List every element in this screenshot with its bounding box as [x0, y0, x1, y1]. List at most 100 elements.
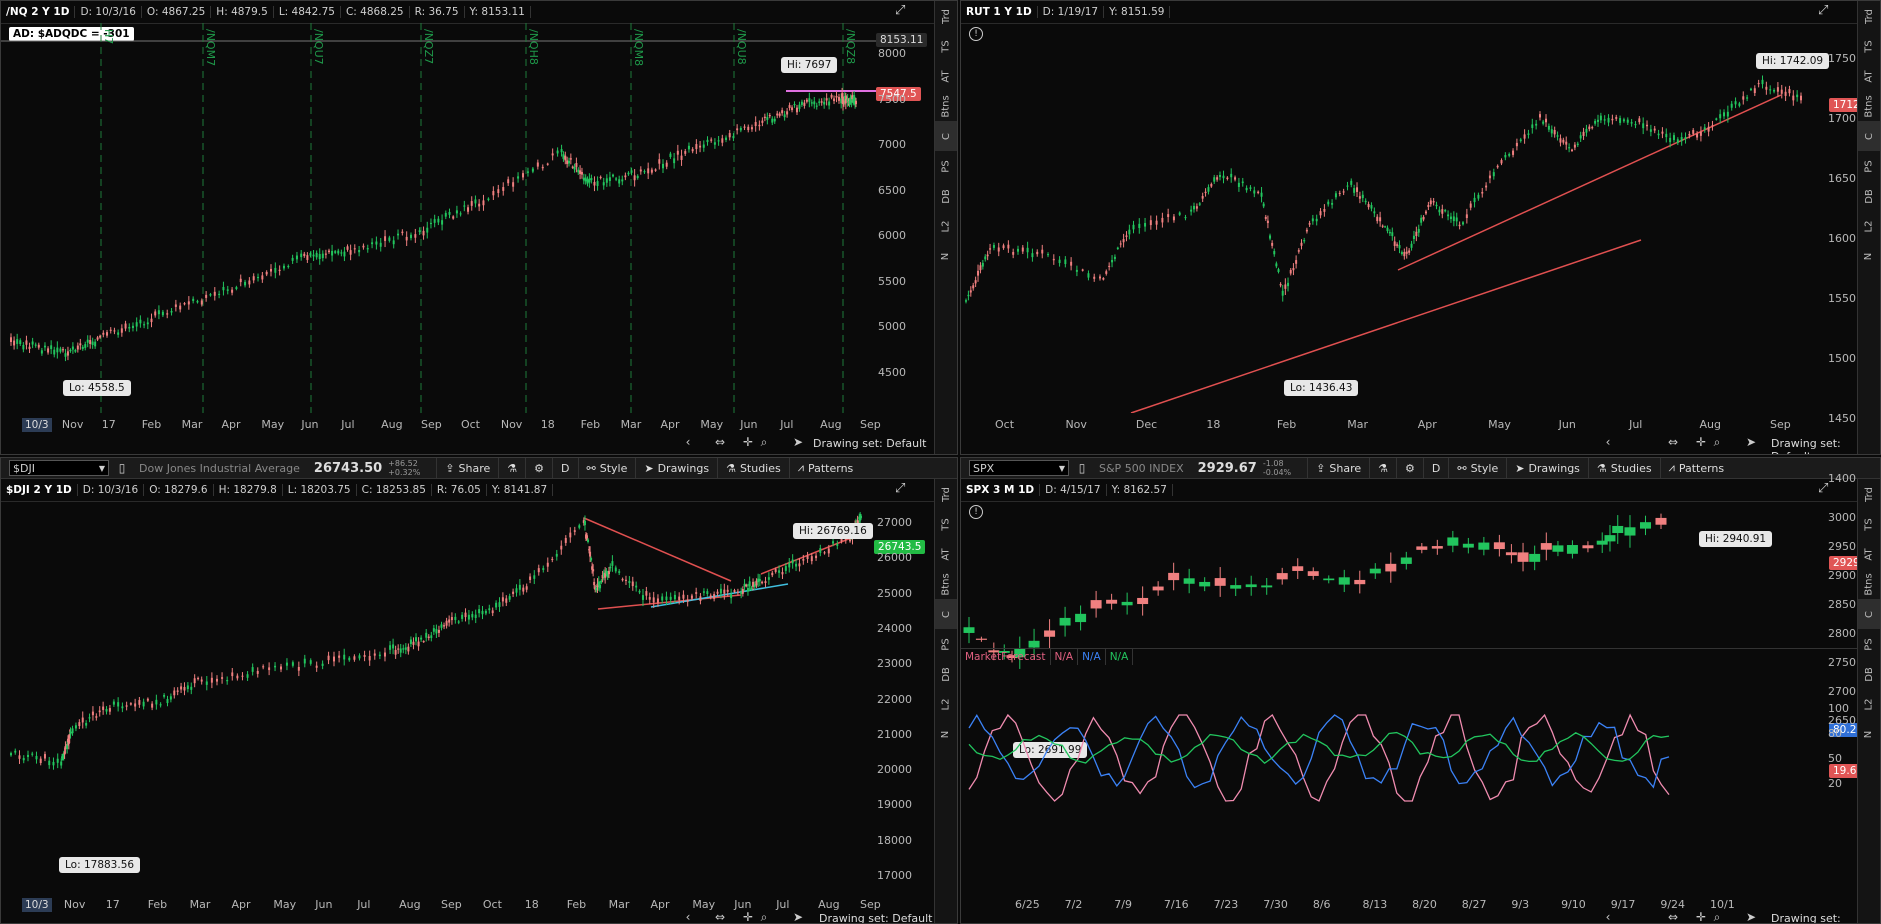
- settings-button[interactable]: ⚙: [525, 458, 552, 478]
- side-tab-ps[interactable]: PS: [935, 151, 957, 181]
- side-tab-trd[interactable]: Trd: [1858, 1, 1880, 31]
- side-tab-db[interactable]: DB: [1858, 659, 1880, 689]
- share-button[interactable]: ⇪ Share: [1307, 458, 1369, 478]
- side-tab-at[interactable]: AT: [1858, 61, 1880, 91]
- side-tab-l2[interactable]: L2: [1858, 211, 1880, 241]
- link-icon[interactable]: ▯: [1075, 461, 1089, 475]
- zoom-icon[interactable]: ⌕: [1710, 435, 1724, 450]
- side-tab-ts[interactable]: TS: [1858, 509, 1880, 539]
- settings-button[interactable]: ⚙: [1396, 458, 1423, 478]
- cursor-icon[interactable]: ➤: [1744, 435, 1758, 449]
- style-button[interactable]: ⚯ Style: [1448, 458, 1506, 478]
- crosshair-icon[interactable]: ✛: [741, 435, 755, 449]
- side-tab-db[interactable]: DB: [935, 659, 957, 689]
- zoom-icon[interactable]: ⌕: [757, 435, 771, 450]
- cursor-icon[interactable]: ➤: [1744, 910, 1758, 923]
- side-tab-l2[interactable]: L2: [935, 211, 957, 241]
- side-tab-l2[interactable]: L2: [1858, 689, 1880, 719]
- drawings-button[interactable]: ➤ Drawings: [635, 458, 717, 478]
- aggregation-button[interactable]: D: [552, 458, 577, 478]
- aggregation-button[interactable]: D: [1422, 458, 1448, 478]
- price-chart[interactable]: [1, 501, 871, 901]
- chart-title[interactable]: $DJI 2 Y 1D: [1, 484, 78, 496]
- side-tab-c[interactable]: C: [935, 121, 957, 151]
- side-tab-db[interactable]: DB: [1858, 181, 1880, 211]
- study-name[interactable]: MarketForecast: [961, 649, 1051, 665]
- flask-button[interactable]: ⚗: [1369, 458, 1396, 478]
- patterns-button[interactable]: ⩘ Patterns: [788, 458, 862, 478]
- expand-icon[interactable]: ⤢: [1818, 481, 1828, 496]
- side-tab-ts[interactable]: TS: [935, 31, 957, 61]
- crosshair-icon[interactable]: ✛: [1694, 435, 1708, 449]
- chart-title[interactable]: RUT 1 Y 1D: [961, 6, 1038, 18]
- side-tab-btns[interactable]: Btns: [1858, 91, 1880, 121]
- zoom-icon[interactable]: ⌕: [757, 910, 771, 923]
- side-tab-at[interactable]: AT: [935, 61, 957, 91]
- candle-body: [580, 172, 583, 175]
- symbol-selector[interactable]: $DJI ▼: [9, 460, 109, 476]
- side-tab-db[interactable]: DB: [935, 181, 957, 211]
- expand-icon[interactable]: ⤢: [895, 481, 905, 496]
- side-tab-ps[interactable]: PS: [1858, 629, 1880, 659]
- scroll-left-icon[interactable]: ‹: [681, 910, 695, 923]
- symbol-input[interactable]: SPX: [973, 462, 994, 475]
- side-tab-n[interactable]: N: [1858, 241, 1880, 271]
- candle-body: [257, 276, 260, 279]
- drawing-set-label[interactable]: Drawing set: Default: [819, 912, 932, 923]
- side-tab-at[interactable]: AT: [1858, 539, 1880, 569]
- side-tab-n[interactable]: N: [935, 241, 957, 271]
- side-tab-btns[interactable]: Btns: [935, 569, 957, 599]
- scroll-left-icon[interactable]: ‹: [1601, 910, 1615, 923]
- patterns-button[interactable]: ⩘ Patterns: [1659, 458, 1733, 478]
- symbol-selector[interactable]: SPX ▼: [969, 460, 1069, 476]
- share-button[interactable]: ⇪ Share: [436, 458, 498, 478]
- side-tab-at[interactable]: AT: [935, 539, 957, 569]
- side-tab-trd[interactable]: Trd: [1858, 479, 1880, 509]
- side-tab-btns[interactable]: Btns: [935, 91, 957, 121]
- crosshair-icon[interactable]: ✛: [1694, 910, 1708, 923]
- studies-button[interactable]: ⚗ Studies: [1587, 458, 1660, 478]
- crosshair-icon[interactable]: ✛: [741, 910, 755, 923]
- side-tab-ts[interactable]: TS: [1858, 31, 1880, 61]
- cursor-icon[interactable]: ➤: [791, 435, 805, 449]
- expand-icon[interactable]: ⤢: [895, 3, 905, 18]
- chart-title[interactable]: /NQ 2 Y 1D: [1, 6, 76, 18]
- candle-body: [303, 253, 306, 256]
- side-tab-btns[interactable]: Btns: [1858, 569, 1880, 599]
- side-tab-n[interactable]: N: [1858, 719, 1880, 749]
- side-tab-ps[interactable]: PS: [1858, 151, 1880, 181]
- drawing-set-label[interactable]: Drawing set: Default: [813, 437, 926, 450]
- pan-icon[interactable]: ⇔: [713, 435, 727, 449]
- chart-title[interactable]: SPX 3 M 1D: [961, 484, 1041, 496]
- cursor-icon[interactable]: ➤: [791, 910, 805, 923]
- scroll-left-icon[interactable]: ‹: [1601, 435, 1615, 449]
- pan-icon[interactable]: ⇔: [1666, 910, 1680, 923]
- studies-button[interactable]: ⚗ Studies: [717, 458, 789, 478]
- side-tab-c[interactable]: C: [1858, 121, 1880, 151]
- pan-icon[interactable]: ⇔: [1666, 435, 1680, 449]
- side-tab-l2[interactable]: L2: [935, 689, 957, 719]
- price-chart[interactable]: [961, 23, 1831, 413]
- pan-icon[interactable]: ⇔: [713, 910, 727, 923]
- x-axis-tick: Dec: [1135, 418, 1158, 431]
- oscillator-chart[interactable]: [961, 713, 1831, 883]
- price-chart[interactable]: H7/NQM7/NQU7/NQZ7/NQH8/NQM8/NQU8/NQZ8: [1, 23, 911, 413]
- side-tab-trd[interactable]: Trd: [935, 479, 957, 509]
- side-tab-trd[interactable]: Trd: [935, 1, 957, 31]
- drawings-button[interactable]: ➤ Drawings: [1506, 458, 1588, 478]
- symbol-input[interactable]: $DJI: [13, 462, 35, 475]
- side-tab-ts[interactable]: TS: [935, 509, 957, 539]
- side-tab-c[interactable]: C: [935, 599, 957, 629]
- link-icon[interactable]: ▯: [115, 461, 129, 475]
- dropdown-icon[interactable]: ▼: [99, 464, 105, 473]
- style-button[interactable]: ⚯ Style: [577, 458, 636, 478]
- scroll-left-icon[interactable]: ‹: [681, 435, 695, 449]
- zoom-icon[interactable]: ⌕: [1710, 910, 1724, 923]
- side-tab-ps[interactable]: PS: [935, 629, 957, 659]
- flask-button[interactable]: ⚗: [498, 458, 525, 478]
- expand-icon[interactable]: ⤢: [1818, 3, 1828, 18]
- side-tabs: Trd TS AT Btns C PS DB L2 N ⤢: [1818, 479, 1880, 923]
- side-tab-c[interactable]: C: [1858, 599, 1880, 629]
- side-tab-n[interactable]: N: [935, 719, 957, 749]
- dropdown-icon[interactable]: ▼: [1059, 464, 1065, 473]
